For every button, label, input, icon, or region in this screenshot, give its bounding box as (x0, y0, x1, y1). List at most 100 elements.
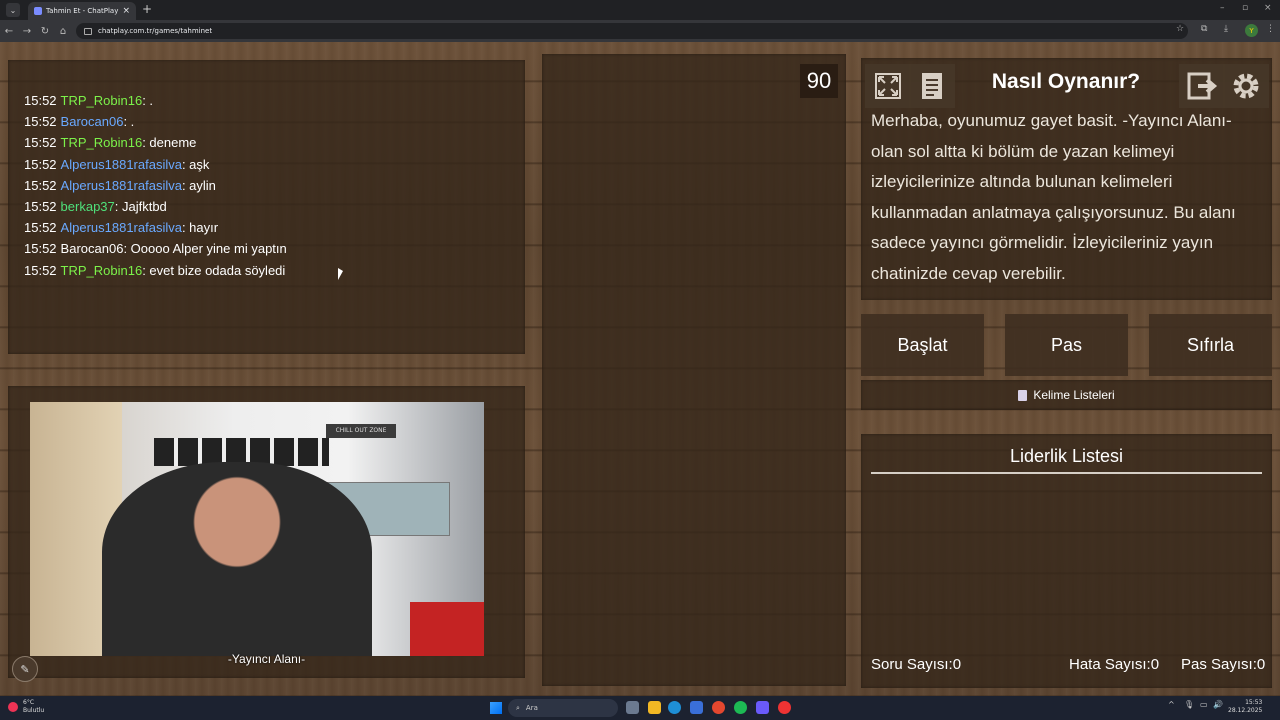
chat-message: 15:52 TRP_Robin16: evet bize odada söyled… (24, 260, 525, 281)
reload-icon[interactable]: ↻ (36, 26, 54, 37)
spotify-icon[interactable] (734, 701, 747, 714)
chat-username[interactable]: TRP_Robin16 (61, 135, 143, 150)
chat-username[interactable]: Barocan06 (61, 241, 124, 256)
browser-toolbar: ← → ↻ ⌂ chatplay.com.tr/games/tahminet ☆… (0, 20, 1280, 42)
chat-text: : deneme (142, 135, 197, 151)
countdown-timer: 90 (800, 64, 838, 98)
tray-chevron-icon[interactable]: ^ (1168, 700, 1175, 709)
chatplay-favicon-icon (34, 7, 42, 15)
minimize-icon[interactable]: – (1220, 3, 1225, 13)
chat-username[interactable]: Alperus1881rafasilva (61, 157, 182, 172)
chat-panel: 15:52 TRP_Robin16: . 15:52 Barocan06: . 15:5… (8, 60, 525, 354)
chrome-icon[interactable] (712, 701, 725, 714)
pen-tool-icon[interactable]: ✎ (12, 656, 38, 682)
taskbar-clock[interactable]: 15:53 28.12.2025 (1228, 699, 1262, 715)
chat-timestamp: 15:52 (24, 135, 57, 151)
word-lists-label: Kelime Listeleri (1033, 388, 1115, 402)
task-view-icon[interactable] (626, 701, 639, 714)
network-icon[interactable]: ▭ (1200, 700, 1208, 709)
weather-icon (8, 702, 18, 712)
store-icon[interactable] (690, 701, 703, 714)
mouse-cursor-icon (338, 268, 343, 280)
notes-icon[interactable] (909, 64, 955, 108)
leaderboard-title: Liderlik Listesi (1009, 446, 1124, 466)
weather-temp: 6°C (23, 699, 35, 706)
exit-icon[interactable] (1179, 64, 1225, 108)
streamer-area-label: -Yayıncı Alanı- (227, 652, 306, 666)
how-to-play-title: Nasıl Oynanır? (991, 70, 1141, 93)
edge-icon[interactable] (668, 701, 681, 714)
word-lists-button[interactable]: Kelime Listeleri (861, 380, 1272, 410)
maximize-icon[interactable]: ▫ (1242, 3, 1248, 13)
downloads-icon[interactable]: ⤓ (1224, 24, 1228, 34)
pass-count: Pas Sayısı:0 (1181, 656, 1266, 673)
extensions-icon[interactable]: ⧉ (1201, 24, 1207, 34)
taskbar-search-label: Ara (525, 704, 538, 712)
address-bar[interactable]: chatplay.com.tr/games/tahminet (76, 23, 1188, 39)
chat-message: 15:52 Alperus1881rafasilva: aşk (24, 154, 525, 175)
windows-taskbar: 6°C Bulutlu ⌕ Ara ^ 🎙 ▭ 🔊 15:53 28.12.20… (0, 696, 1280, 720)
menu-kebab-icon[interactable]: ⋮ (1266, 24, 1275, 34)
chat-message: 15:52 TRP_Robin16: deneme (24, 132, 525, 153)
discord-icon[interactable] (756, 701, 769, 714)
back-icon[interactable]: ← (0, 26, 18, 37)
chat-username[interactable]: Alperus1881rafasilva (61, 178, 182, 193)
tab-title: Tahmin Et - ChatPlay (46, 7, 119, 15)
chat-message: 15:52 Alperus1881rafasilva: hayır (24, 217, 525, 238)
window-close-icon[interactable]: × (1264, 3, 1272, 13)
profile-avatar[interactable]: Y (1245, 24, 1258, 37)
chat-timestamp: 15:52 (24, 114, 57, 130)
how-to-play-text: Merhaba, oyunumuz gayet basit. -Yayıncı … (871, 111, 1236, 283)
cam-person-shape (102, 462, 372, 656)
chat-timestamp: 15:52 (24, 199, 57, 215)
chat-messages: 15:52 TRP_Robin16: . 15:52 Barocan06: . 15:5… (24, 90, 525, 281)
weather-desc: Bulutlu (23, 707, 45, 714)
chat-text: : . (123, 114, 135, 130)
chat-username[interactable]: Alperus1881rafasilva (61, 220, 182, 235)
chat-username[interactable]: TRP_Robin16 (61, 93, 143, 108)
volume-icon[interactable]: 🔊 (1213, 700, 1223, 709)
cam-red-box-shape (410, 602, 484, 656)
close-tab-icon[interactable]: × (122, 6, 130, 16)
streamer-area-panel: CHILL OUT ZONE -Yayıncı Alanı- (8, 386, 525, 678)
question-count: Soru Sayısı:0 (871, 656, 962, 673)
how-to-play-panel: Nasıl Oynanır? Merhaba, oyunumuz gayet b… (861, 58, 1272, 300)
chat-text: : aşk (181, 156, 210, 172)
url-text: chatplay.com.tr/games/tahminet (98, 27, 213, 35)
game-page: 15:52 TRP_Robin16: . 15:52 Barocan06: . 15:5… (0, 42, 1280, 696)
site-info-icon[interactable] (84, 27, 92, 35)
notepad-icon (1018, 389, 1028, 401)
start-button[interactable]: Başlat (861, 314, 984, 376)
leaderboard-divider (871, 472, 1262, 474)
chat-username[interactable]: berkap37 (61, 199, 115, 214)
chat-message: 15:52 TRP_Robin16: . (24, 90, 525, 111)
taskbar-search[interactable]: ⌕ Ara (508, 699, 618, 717)
microphone-icon[interactable]: 🎙 (1184, 700, 1194, 709)
fullscreen-icon[interactable] (865, 64, 911, 108)
chat-timestamp: 15:52 (24, 156, 57, 172)
bookmark-star-icon[interactable]: ☆ (1176, 24, 1184, 34)
settings-gear-icon[interactable] (1223, 64, 1269, 108)
browser-tab-bar: ⌄ Tahmin Et - ChatPlay × + – ▫ × (0, 0, 1280, 20)
tab-search-icon[interactable]: ⌄ (6, 3, 20, 17)
webcam-video: CHILL OUT ZONE (30, 402, 484, 656)
obs-icon[interactable] (778, 701, 791, 714)
chat-username[interactable]: Barocan06 (61, 114, 124, 129)
leaderboard-panel: Liderlik Listesi Soru Sayısı:0 Hata Sayı… (861, 434, 1272, 688)
reset-button[interactable]: Sıfırla (1149, 314, 1272, 376)
home-icon[interactable]: ⌂ (54, 26, 72, 37)
chat-message: 15:52 Barocan06: Ooooo Alper yine mi yapt… (24, 238, 525, 259)
chat-text: : evet bize odada söyledi (142, 262, 286, 278)
browser-tab[interactable]: Tahmin Et - ChatPlay × (28, 2, 136, 20)
forward-icon[interactable]: → (18, 26, 36, 37)
new-tab-icon[interactable]: + (142, 2, 152, 16)
chat-text: : hayır (181, 220, 219, 236)
pass-button[interactable]: Pas (1005, 314, 1128, 376)
clock-date: 28.12.2025 (1228, 707, 1263, 714)
windows-start-icon[interactable] (490, 702, 502, 714)
chat-username[interactable]: TRP_Robin16 (61, 263, 143, 278)
chat-text: : Ooooo Alper yine mi yaptın (123, 241, 287, 257)
search-icon: ⌕ (516, 703, 520, 712)
file-explorer-icon[interactable] (648, 701, 661, 714)
weather-widget[interactable]: 6°C Bulutlu (8, 699, 44, 715)
